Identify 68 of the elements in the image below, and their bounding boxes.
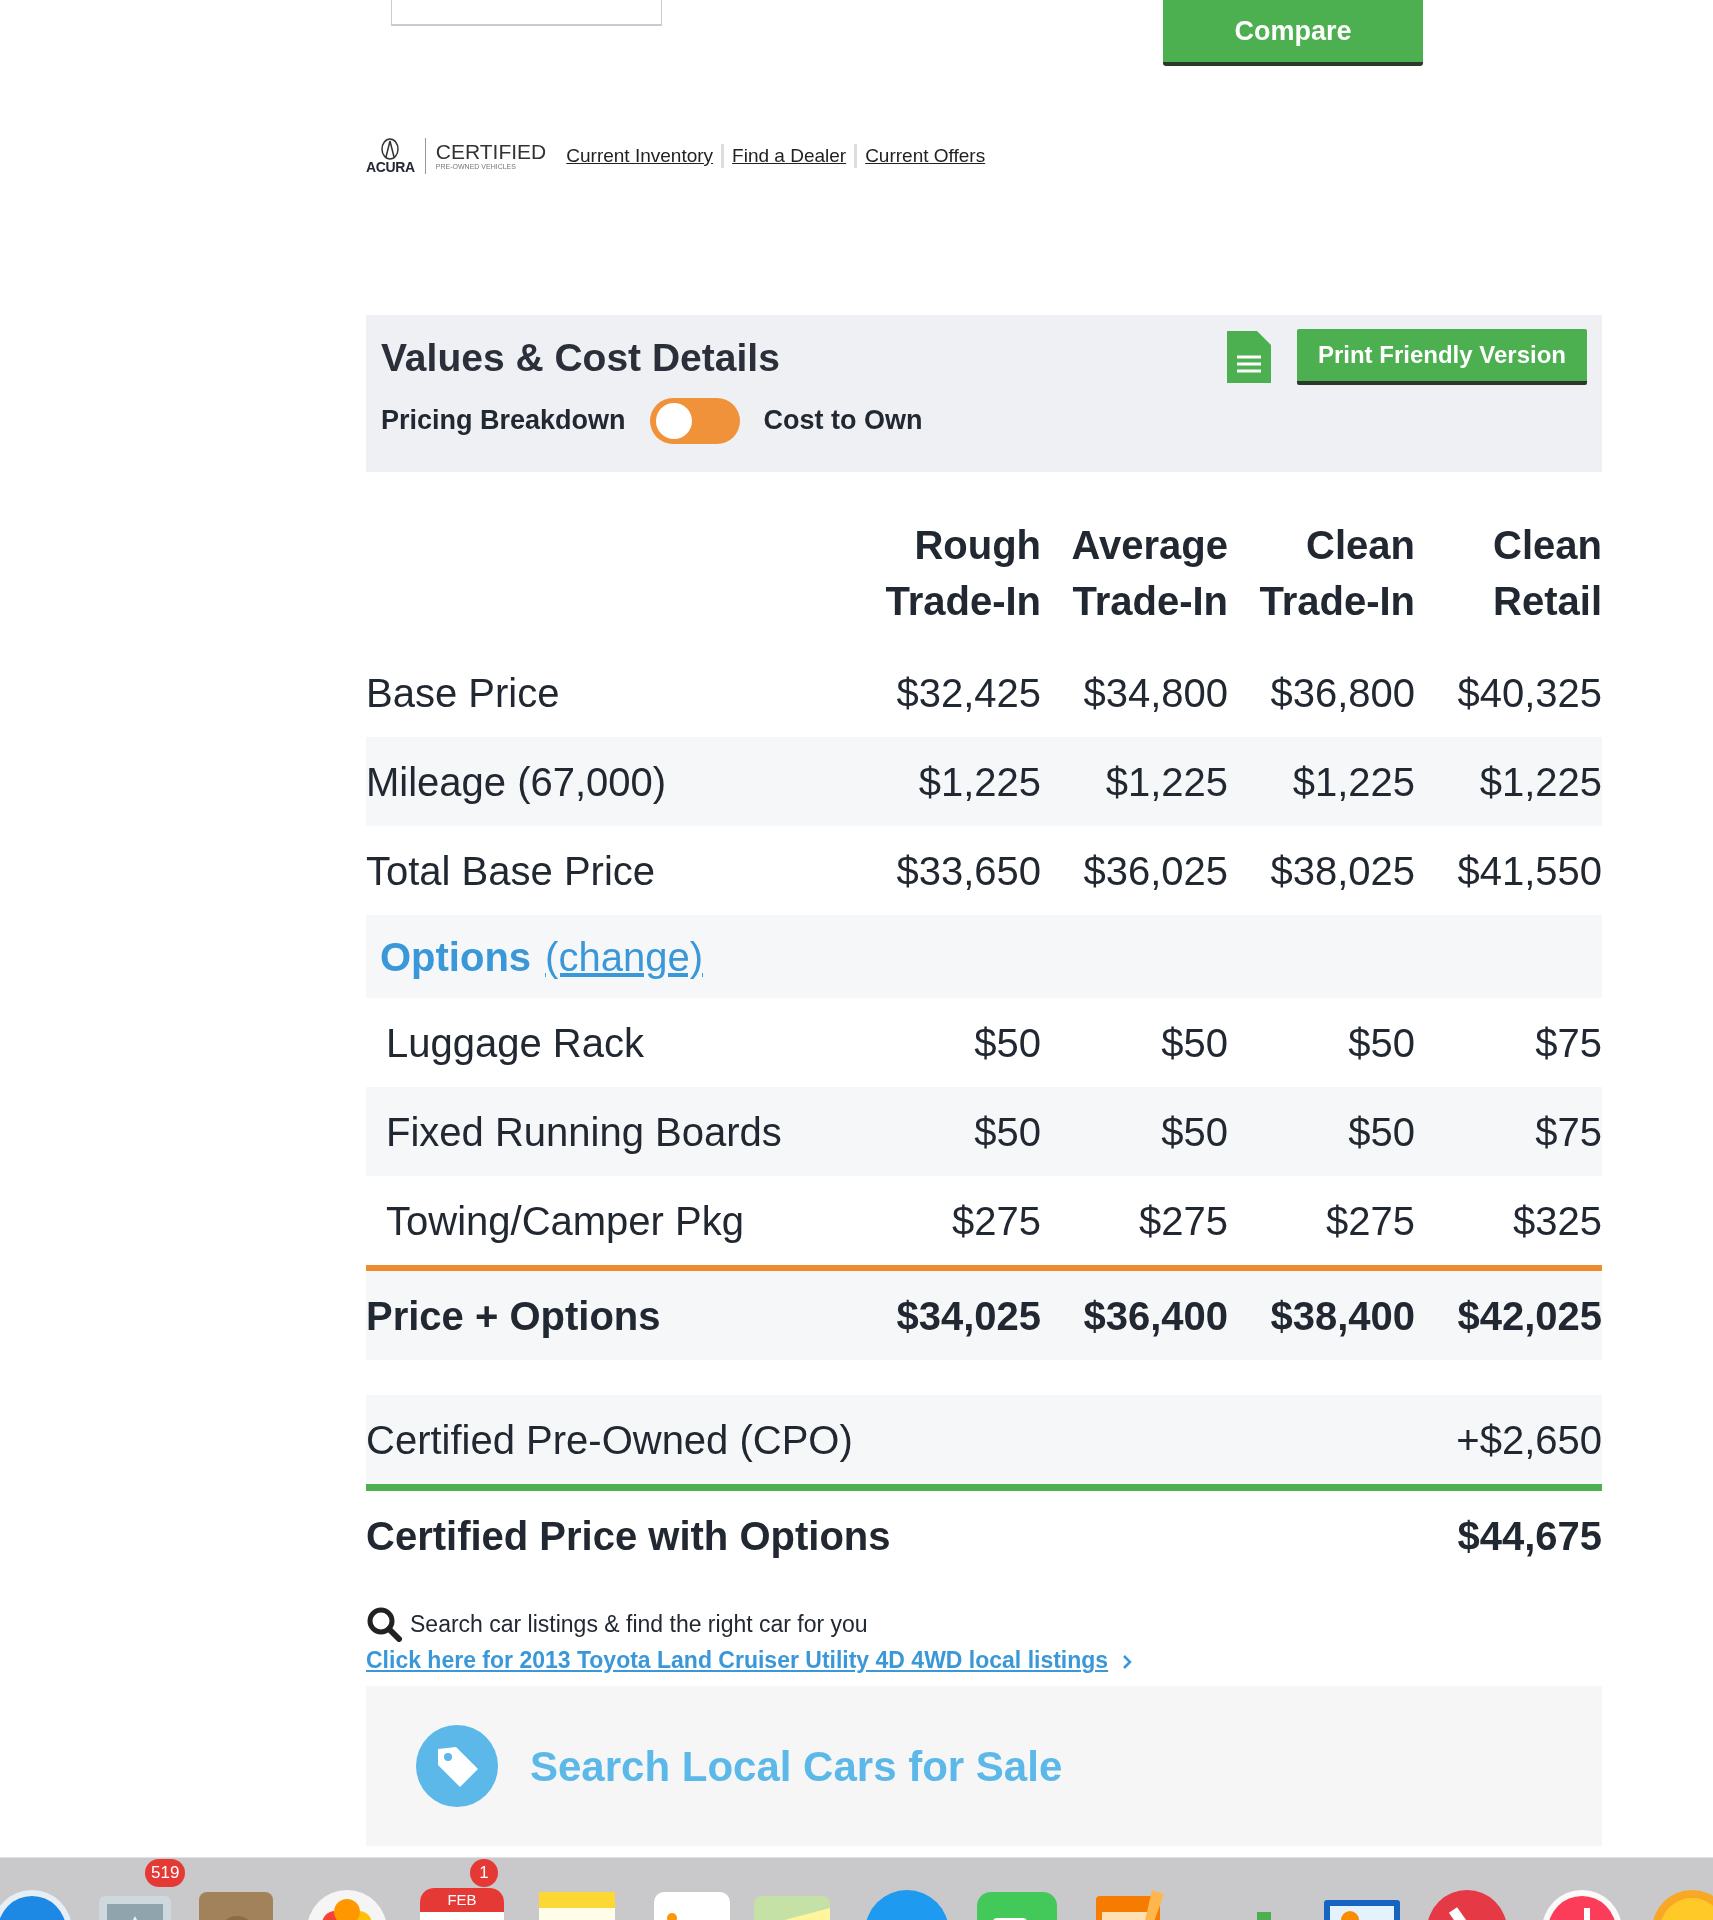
price-cell-text: $40,325: [1456, 669, 1602, 717]
row-label: Luggage Rack: [385, 1019, 645, 1067]
toggle-label: Cost to Own: [763, 404, 923, 438]
column-header: Rough Trade-In: [884, 522, 1041, 625]
row-label: Base Price: [366, 669, 561, 717]
search-icon: [366, 1606, 402, 1642]
price-cell-text: $50: [1160, 1019, 1228, 1067]
text-field[interactable]: [391, 0, 662, 26]
price-cell-text: $42,025: [1456, 1292, 1602, 1340]
price-cell-text: $34,800: [1082, 669, 1228, 717]
price-cell-text: $275: [1138, 1197, 1228, 1245]
row-label: Total Base Price: [366, 847, 657, 895]
price-cell-text: +$2,650: [1456, 1416, 1602, 1464]
price-cell-text: $325: [1512, 1197, 1602, 1245]
search-note: Search car listings & find the right car for you: [410, 1610, 868, 1639]
price-tag-icon[interactable]: [416, 1725, 498, 1807]
column-header: Average Trade-In: [1070, 522, 1228, 625]
document-icon[interactable]: [1226, 331, 1271, 383]
row-label: Price + Options: [366, 1292, 662, 1340]
price-cell-text: $32,425: [895, 669, 1041, 717]
price-cell-text: $44,675: [1457, 1512, 1602, 1560]
column-header: Clean Trade-In: [1258, 522, 1415, 625]
logo-title: CERTIFIED: [435, 140, 547, 162]
price-cell-text: $50: [1160, 1108, 1228, 1156]
caliper-logo-icon: [380, 138, 401, 160]
price-cell-text: $38,400: [1269, 1292, 1415, 1340]
price-cell-text: $1,225: [917, 758, 1041, 806]
price-cell-text: $275: [951, 1197, 1041, 1245]
row-label: Certified Price with Options: [366, 1512, 891, 1560]
panel-title: Values & Cost Details: [381, 335, 780, 381]
price-cell-text: $1,225: [1478, 758, 1602, 806]
price-cell-text: $275: [1325, 1197, 1415, 1245]
compare-button[interactable]: Compare: [1163, 0, 1423, 66]
price-cell-text: $38,025: [1269, 847, 1415, 895]
column-header: Clean Retail: [1492, 522, 1602, 625]
change-link[interactable]: (change): [545, 926, 703, 987]
row-label: Certified Pre-Owned (CPO): [366, 1416, 853, 1464]
price-cell-text: $50: [1347, 1108, 1415, 1156]
notification-badge: 1: [470, 1859, 498, 1887]
nav-link[interactable]: Current Offers: [865, 141, 986, 171]
print-button[interactable]: Print Friendly Version: [1296, 329, 1587, 385]
calendar-icon[interactable]: FEB: [420, 1888, 504, 1920]
listings-link[interactable]: Click here for 2013 Toyota Land Cruiser Utility 4D 4WD local listings: [366, 1647, 1109, 1673]
price-cell-text: $50: [1347, 1019, 1415, 1067]
section-title: Options: [380, 933, 532, 981]
price-cell-text: $36,800: [1269, 669, 1415, 717]
price-cell-text: $41,550: [1456, 847, 1602, 895]
price-cell-text: $33,650: [895, 847, 1041, 895]
price-cell-text: $50: [973, 1108, 1041, 1156]
price-cell-text: $1,225: [1291, 758, 1415, 806]
row-label: Fixed Running Boards: [385, 1108, 783, 1156]
price-cell-text: $75: [1534, 1019, 1602, 1067]
price-cell-text: $1,225: [1104, 758, 1228, 806]
chevron-right-icon: [1122, 1654, 1133, 1670]
row-label: Mileage (67,000): [366, 758, 668, 806]
notification-badge: 519: [145, 1859, 186, 1887]
price-cell-text: $36,400: [1082, 1292, 1228, 1340]
row-label: Towing/Camper Pkg: [385, 1197, 745, 1245]
price-cell-text: $50: [973, 1019, 1041, 1067]
price-cell-text: $75: [1534, 1108, 1602, 1156]
price-cell-text: $34,025: [895, 1292, 1041, 1340]
price-cell-text: $36,025: [1082, 847, 1228, 895]
toggle-label: Pricing Breakdown: [381, 404, 626, 438]
logo-name: ACURA: [366, 160, 415, 174]
calendar-month: FEB: [420, 1888, 504, 1912]
nav-link[interactable]: Current Inventory: [566, 141, 714, 171]
toggle-switch[interactable]: [649, 397, 740, 444]
nav-link[interactable]: Find a Dealer: [732, 141, 847, 171]
